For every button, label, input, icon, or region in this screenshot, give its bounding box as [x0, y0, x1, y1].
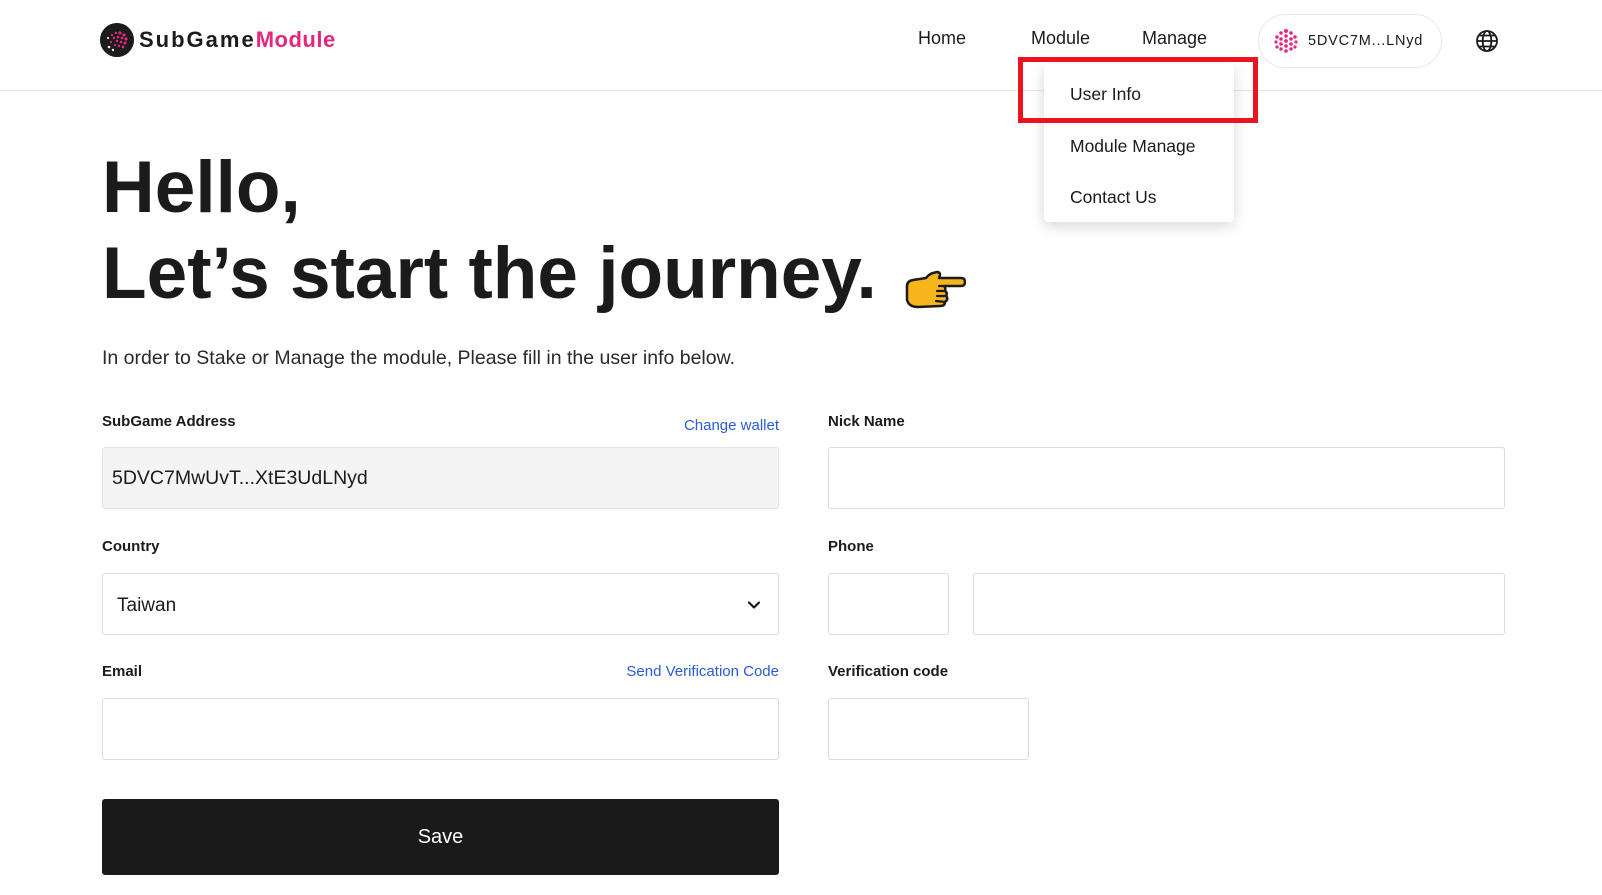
nickname-input[interactable] — [828, 447, 1505, 509]
address-value: 5DVC7MwUvT...XtE3UdLNyd — [112, 467, 368, 489]
subgame-logo-icon — [100, 23, 134, 57]
nav-manage[interactable]: Manage — [1142, 28, 1207, 49]
menu-item-contact-us[interactable]: Contact Us — [1070, 187, 1157, 208]
subgame-token-icon — [1274, 29, 1298, 53]
phone-code-input[interactable] — [828, 573, 949, 635]
email-label: Email — [102, 663, 143, 680]
logo-module-text: Module — [255, 27, 336, 52]
subgame-module-logo[interactable]: SubGame Module — [100, 22, 336, 58]
country-value: Taiwan — [117, 595, 177, 616]
verification-label: Verification code — [828, 663, 949, 680]
logo-sub-text: SubGame — [139, 27, 256, 52]
logo-wordmark: SubGame Module — [139, 27, 336, 53]
phone-label: Phone — [828, 538, 874, 555]
top-header: SubGame Module Home Module Manage 5DVC7M… — [0, 0, 1602, 91]
wallet-account-button[interactable]: 5DVC7M...LNyd — [1258, 14, 1442, 68]
wallet-address-short: 5DVC7M...LNyd — [1308, 33, 1424, 49]
email-input[interactable] — [102, 698, 779, 760]
save-button[interactable]: Save — [102, 799, 779, 875]
address-field[interactable]: 5DVC7MwUvT...XtE3UdLNyd — [102, 447, 779, 509]
hero-greeting: Hello, — [102, 147, 301, 228]
nickname-label: Nick Name — [828, 413, 905, 430]
address-label: SubGame Address — [102, 413, 236, 430]
phone-number-input[interactable] — [973, 573, 1505, 635]
nav-home[interactable]: Home — [918, 28, 966, 49]
globe-icon[interactable] — [1475, 29, 1499, 53]
manage-dropdown-menu: User Info Module Manage Contact Us — [1044, 64, 1234, 222]
country-select[interactable]: Taiwan — [102, 573, 779, 635]
change-wallet-link[interactable]: Change wallet — [600, 417, 779, 434]
verification-code-input[interactable] — [828, 698, 1029, 760]
send-verification-code-link[interactable]: Send Verification Code — [560, 663, 779, 680]
nav-module[interactable]: Module — [1031, 28, 1090, 49]
hero-tagline: Let’s start the journey. — [102, 233, 877, 314]
pointing-hand-icon — [905, 270, 966, 309]
country-label: Country — [102, 538, 160, 555]
menu-item-user-info[interactable]: User Info — [1070, 84, 1141, 105]
menu-item-module-manage[interactable]: Module Manage — [1070, 136, 1196, 157]
intro-text: In order to Stake or Manage the module, … — [102, 347, 736, 369]
chevron-down-icon — [747, 601, 761, 609]
